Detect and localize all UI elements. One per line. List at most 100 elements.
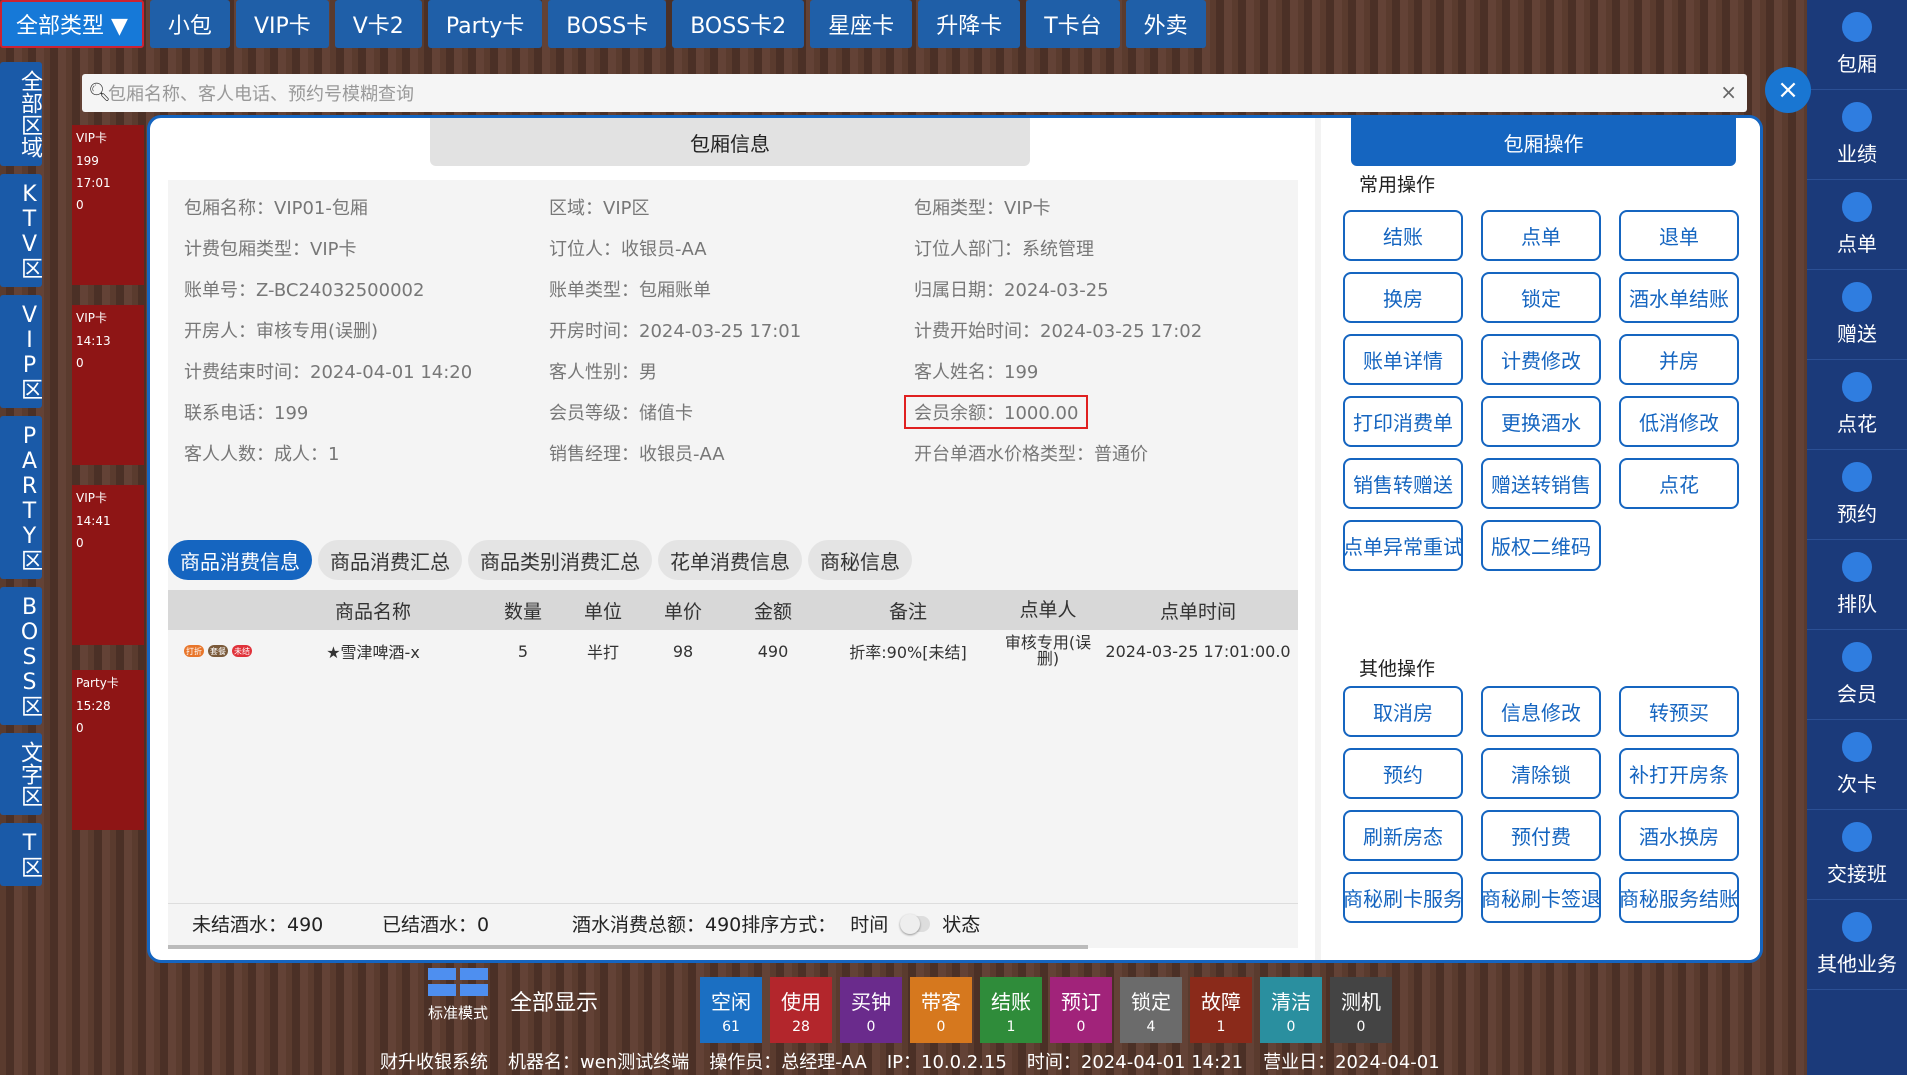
row-tags: 打折 套餐 未结 [168, 645, 268, 657]
type-tab[interactable]: 全部类型 ▼ [0, 0, 144, 48]
consumption-tab[interactable]: 商秘信息 [808, 540, 912, 580]
op-button[interactable]: 打印消费单 [1343, 396, 1463, 447]
op-button[interactable]: 取消房 [1343, 686, 1463, 737]
op-button[interactable]: 点单异常重试 [1343, 520, 1463, 571]
function-item[interactable]: 排队 [1807, 540, 1907, 630]
type-tab[interactable]: T卡台 [1026, 0, 1120, 48]
status-chip[interactable]: 结账 1 [980, 977, 1042, 1043]
function-item[interactable]: 其他业务 [1807, 900, 1907, 990]
function-item[interactable]: 预约 [1807, 450, 1907, 540]
table-row[interactable]: 打折 套餐 未结 ★雪津啤酒-x 5 半打 98 490 折率:90%[未结] 审核专用(误删) 2… [168, 630, 1298, 672]
cell-name: ★雪津啤酒-x [326, 643, 420, 662]
consumption-tab[interactable]: 商品消费汇总 [318, 540, 462, 580]
function-item[interactable]: 业绩 [1807, 90, 1907, 180]
op-button[interactable]: 酒水单结账 [1619, 272, 1739, 323]
status-count: 4 [1146, 1018, 1156, 1035]
op-button[interactable]: 清除锁 [1481, 748, 1601, 799]
status-count: 0 [1356, 1018, 1366, 1035]
status-count: 0 [936, 1018, 946, 1035]
op-button[interactable]: 商秘刷卡服务 [1343, 872, 1463, 923]
op-button[interactable]: 更换酒水 [1481, 396, 1601, 447]
column-header: 备注 [888, 600, 927, 623]
type-tab[interactable]: VIP卡 [235, 0, 329, 48]
type-tab[interactable]: V卡2 [334, 0, 422, 48]
function-item[interactable]: 赠送 [1807, 270, 1907, 360]
op-button[interactable]: 低消修改 [1619, 396, 1739, 447]
info-field: 区域：VIP区 [549, 186, 914, 227]
standard-mode-button[interactable]: 标准模式 [422, 968, 494, 1023]
type-tab[interactable]: BOSS卡 [548, 0, 667, 48]
room-card[interactable]: VIP卡 14:13 0 [72, 305, 144, 465]
function-item[interactable]: 点单 [1807, 180, 1907, 270]
close-dialog-button[interactable]: × [1765, 67, 1811, 113]
op-button[interactable]: 版权二维码 [1481, 520, 1601, 571]
type-tab[interactable]: 外卖 [1125, 0, 1206, 48]
op-button[interactable]: 退单 [1619, 210, 1739, 261]
op-button[interactable]: 预付费 [1481, 810, 1601, 861]
table-header: 商品名称 数量 单位 单价 金额 备注 点单人 点单时间 [168, 590, 1298, 630]
op-button[interactable]: 刷新房态 [1343, 810, 1463, 861]
op-button[interactable]: 结账 [1343, 210, 1463, 261]
type-tab[interactable]: Party卡 [427, 0, 543, 48]
status-chip[interactable]: 测机 0 [1330, 977, 1392, 1043]
function-item[interactable]: 会员 [1807, 630, 1907, 720]
sort-toggle[interactable] [900, 913, 931, 934]
area-tab[interactable]: 文字区 [0, 733, 42, 815]
op-button[interactable]: 赠送转销售 [1481, 458, 1601, 509]
room-card[interactable]: VIP卡 199 17:01 0 [72, 125, 144, 285]
op-button[interactable]: 计费修改 [1481, 334, 1601, 385]
area-tab[interactable]: PARTY区 [0, 416, 42, 579]
consumption-tab[interactable]: 商品消费信息 [168, 540, 312, 580]
op-button[interactable]: 转预买 [1619, 686, 1739, 737]
status-chip[interactable]: 带客 0 [910, 977, 972, 1043]
room-card[interactable]: VIP卡 14:41 0 [72, 485, 144, 645]
area-tab[interactable]: 全部区域 [0, 62, 42, 166]
room-card[interactable]: Party卡 15:28 0 [72, 670, 144, 830]
op-button[interactable]: 酒水换房 [1619, 810, 1739, 861]
clear-icon[interactable]: × [1720, 80, 1737, 104]
op-button[interactable]: 点花 [1619, 458, 1739, 509]
status-chip[interactable]: 清洁 0 [1260, 977, 1322, 1043]
type-tab[interactable]: 小包 [149, 0, 230, 48]
consumption-tab[interactable]: 商品类别消费汇总 [468, 540, 652, 580]
type-tab[interactable]: 星座卡 [810, 0, 913, 48]
op-button[interactable]: 锁定 [1481, 272, 1601, 323]
info-field: 客人人数：成人：1 [184, 432, 549, 473]
function-item[interactable]: 交接班 [1807, 810, 1907, 900]
op-button[interactable]: 账单详情 [1343, 334, 1463, 385]
consumption-tab[interactable]: 花单消费信息 [658, 540, 802, 580]
area-tab[interactable]: BOSS区 [0, 587, 42, 725]
op-button[interactable]: 商秘服务结账 [1619, 872, 1739, 923]
op-button[interactable]: 预约 [1343, 748, 1463, 799]
function-item[interactable]: 次卡 [1807, 720, 1907, 810]
function-item[interactable]: 包厢 [1807, 0, 1907, 90]
search-bar[interactable]: 🔍︎ 包厢名称、客人电话、预约号模糊查询 × [82, 74, 1747, 112]
op-button[interactable]: 并房 [1619, 334, 1739, 385]
op-button[interactable]: 换房 [1343, 272, 1463, 323]
footer-item: 机器名：wen测试终端 [508, 1052, 690, 1073]
status-chip[interactable]: 空闲 61 [700, 977, 762, 1043]
status-chip[interactable]: 买钟 0 [840, 977, 902, 1043]
area-tab[interactable]: KTV区 [0, 174, 42, 287]
status-chip[interactable]: 锁定 4 [1120, 977, 1182, 1043]
type-tab[interactable]: BOSS卡2 [672, 0, 805, 48]
horizontal-scrollbar[interactable] [168, 945, 1088, 949]
function-item[interactable]: 点花 [1807, 360, 1907, 450]
info-value: 开房人：审核专用(误删) [184, 320, 379, 342]
function-label: 排队 [1837, 592, 1877, 616]
status-chip[interactable]: 预订 0 [1050, 977, 1112, 1043]
status-chip[interactable]: 使用 28 [770, 977, 832, 1043]
op-button[interactable]: 销售转赠送 [1343, 458, 1463, 509]
info-box: 包厢名称：VIP01-包厢 区域：VIP区 包厢类型：VIP卡 计费包厢类型：VIP卡… [168, 180, 1298, 949]
column-header: 单位 [583, 600, 622, 623]
area-tab[interactable]: T区 [0, 823, 42, 886]
status-chip[interactable]: 故障 1 [1190, 977, 1252, 1043]
op-button[interactable]: 点单 [1481, 210, 1601, 261]
type-tab[interactable]: 升降卡 [918, 0, 1021, 48]
op-button[interactable]: 商秘刷卡签退 [1481, 872, 1601, 923]
op-button[interactable]: 信息修改 [1481, 686, 1601, 737]
info-value: 包厢名称：VIP01-包厢 [184, 197, 368, 219]
area-tab[interactable]: VIP区 [0, 295, 42, 408]
show-all-button[interactable]: 全部显示 [510, 985, 598, 1017]
op-button[interactable]: 补打开房条 [1619, 748, 1739, 799]
